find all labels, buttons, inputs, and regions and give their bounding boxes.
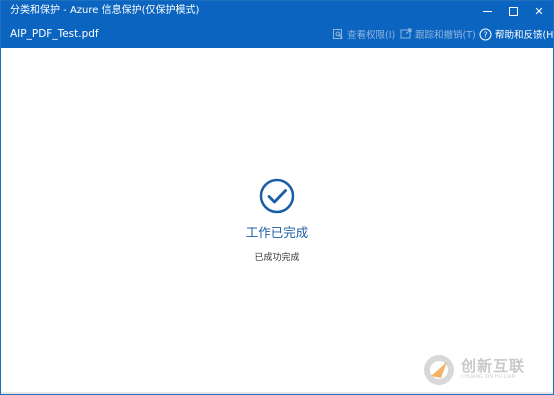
track-revoke-icon	[400, 28, 412, 39]
header-bar: AIP_PDF_Test.pdf 查看权限(I) 跟踪和撤销(T) ? 帮助和反…	[1, 21, 553, 48]
watermark-brand: 创新互联	[461, 357, 526, 375]
window-title: 分类和保护 - Azure 信息保护(仅保护模式)	[10, 5, 200, 16]
close-button[interactable]: ✕	[523, 1, 553, 21]
file-name: AIP_PDF_Test.pdf	[10, 28, 99, 40]
help-feedback-label: 帮助和反馈(H)	[495, 30, 554, 41]
brand-logo-icon	[424, 355, 454, 385]
view-permissions-button[interactable]: 查看权限(I)	[332, 26, 395, 42]
bottom-divider	[1, 392, 553, 394]
title-bar[interactable]: 分类和保护 - Azure 信息保护(仅保护模式) ✕	[1, 1, 553, 21]
track-revoke-label: 跟踪和撤销(T)	[415, 30, 476, 41]
app-window: 分类和保护 - Azure 信息保护(仅保护模式) ✕ AIP_PDF_Test…	[0, 0, 554, 395]
view-permissions-label: 查看权限(I)	[347, 30, 396, 41]
status-subtitle: 已成功完成	[254, 253, 300, 263]
view-permissions-icon	[333, 29, 343, 39]
help-icon: ?	[479, 28, 492, 40]
check-circle-icon	[259, 178, 295, 214]
minimize-icon	[482, 10, 492, 12]
watermark-tagline: CHUANG XIN HU LIAN	[461, 374, 516, 380]
help-feedback-button[interactable]: ? 帮助和反馈(H)	[479, 26, 554, 42]
watermark-logo: 创新互联 CHUANG XIN HU LIAN	[421, 352, 551, 388]
main-content: 工作已完成 已成功完成 创新互联 CHUANG XIN HU LIAN	[1, 48, 553, 394]
close-icon: ✕	[534, 4, 544, 18]
svg-text:?: ?	[483, 30, 487, 39]
maximize-icon	[508, 6, 518, 16]
track-revoke-button[interactable]: 跟踪和撤销(T)	[400, 26, 476, 42]
status-title: 工作已完成	[245, 225, 309, 240]
